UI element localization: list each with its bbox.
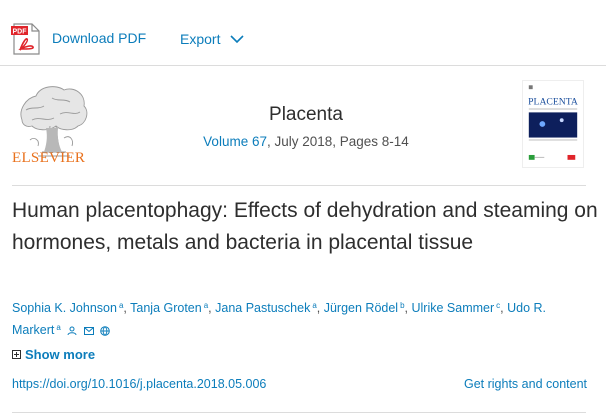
cover-title: PLACENTA (528, 97, 578, 108)
get-rights-link[interactable]: Get rights and content (464, 377, 587, 391)
expand-icon (12, 350, 21, 359)
publisher-wordmark[interactable]: ELSEVIER (12, 150, 92, 167)
author-link[interactable]: Jana Pastuschek a (215, 301, 317, 315)
author-link[interactable]: Jürgen Rödel b (324, 301, 405, 315)
export-button[interactable]: Export (180, 31, 245, 47)
globe-icon[interactable] (100, 325, 111, 336)
article-toolbar: PDF Download PDF Export (0, 0, 606, 66)
show-more-label: Show more (25, 347, 96, 362)
person-icon[interactable] (67, 326, 77, 336)
journal-title[interactable]: Placenta (200, 104, 412, 126)
pdf-icon-text: PDF (13, 29, 28, 36)
author-link[interactable]: Sophia K. Johnson a (12, 301, 123, 315)
volume-info: Volume 67, July 2018, Pages 8-14 (150, 134, 462, 149)
volume-link[interactable]: Volume 67 (203, 134, 267, 149)
export-label: Export (180, 31, 221, 47)
author-link[interactable]: Tanja Groten a (130, 301, 208, 315)
chevron-down-icon (230, 35, 245, 44)
download-pdf-button[interactable]: PDF Download PDF (10, 22, 146, 56)
header-divider (12, 185, 586, 186)
journal-cover-thumbnail[interactable]: PLACENTA (522, 80, 584, 168)
envelope-icon[interactable] (83, 326, 94, 335)
show-more-toggle[interactable]: Show more (12, 347, 95, 362)
download-pdf-label: Download PDF (52, 29, 147, 46)
author-list: Sophia K. Johnson a, Tanja Groten a, Jana … (12, 301, 547, 337)
volume-details: , July 2018, Pages 8-14 (266, 134, 409, 149)
pdf-icon: PDF (11, 23, 40, 55)
bottom-divider (12, 412, 586, 413)
article-title: Human placentophagy: Effects of dehydrat… (12, 199, 598, 254)
doi-link[interactable]: https://doi.org/10.1016/j.placenta.2018.… (12, 377, 266, 391)
author-link[interactable]: Ulrike Sammer c (412, 301, 501, 315)
